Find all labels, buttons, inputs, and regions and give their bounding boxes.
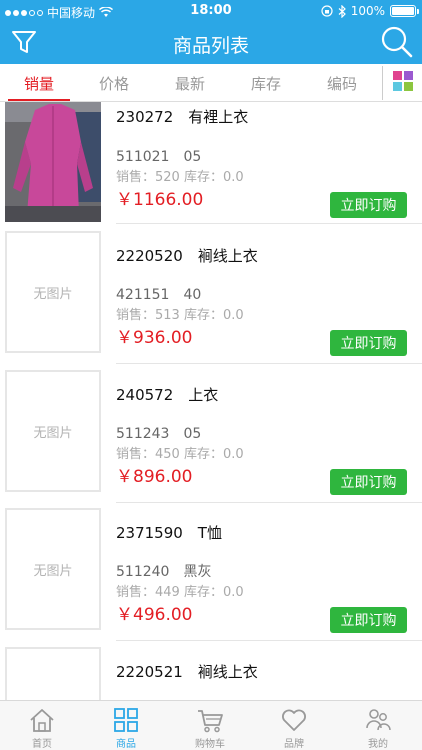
- battery-percent: 100%: [350, 4, 385, 18]
- order-now-button[interactable]: 立即订购: [330, 607, 407, 633]
- heart-icon: [282, 709, 306, 731]
- status-bar: 中国移动 18:00 100%: [0, 0, 422, 22]
- list-item[interactable]: 无图片 2220520 裥线上衣 421151 40 销售：513 库存：0.0…: [0, 231, 422, 369]
- battery-icon: [390, 5, 419, 17]
- product-stats: 销售：450 库存：0.0: [116, 447, 244, 462]
- product-name[interactable]: 2220520 裥线上衣: [116, 245, 258, 266]
- tab-brand[interactable]: 品牌: [252, 701, 336, 750]
- product-image[interactable]: [5, 102, 101, 222]
- product-name[interactable]: 230272 有裡上衣: [116, 106, 248, 127]
- product-code: 421151 40: [116, 287, 202, 303]
- product-list[interactable]: 230272 有裡上衣 511021 05 销售：520 库存：0.0 ￥116…: [0, 102, 422, 700]
- tab-stock[interactable]: 库存: [236, 73, 296, 94]
- tab-cart-label: 购物车: [195, 739, 225, 750]
- product-name[interactable]: 2371590 T恤: [116, 522, 222, 543]
- product-code: 511021 05: [116, 149, 202, 165]
- tab-mine-label: 我的: [368, 739, 388, 750]
- tab-bar: 首页 商品 购物车 品牌 我的: [0, 700, 422, 750]
- divider: [116, 640, 422, 641]
- divider: [116, 502, 422, 503]
- product-price: ￥1166.00: [116, 190, 204, 210]
- product-stats: 销售：520 库存：0.0: [116, 170, 244, 185]
- tab-newest[interactable]: 最新: [160, 73, 220, 94]
- order-now-button[interactable]: 立即订购: [330, 192, 407, 218]
- list-item[interactable]: 无图片 2371590 T恤 511240 黑灰 销售：449 库存：0.0 ￥…: [0, 508, 422, 646]
- home-icon: [30, 709, 54, 732]
- tab-products-label: 商品: [116, 739, 136, 750]
- divider: [116, 223, 422, 224]
- tab-mine[interactable]: 我的: [336, 701, 420, 750]
- sort-tabs: 销量 价格 最新 库存 编码: [0, 64, 422, 102]
- tab-code[interactable]: 编码: [312, 73, 372, 94]
- no-image-placeholder[interactable]: 无图片: [5, 370, 101, 492]
- product-stats: 销售：449 库存：0.0: [116, 585, 244, 600]
- no-image-placeholder[interactable]: [5, 647, 101, 700]
- cart-icon: [198, 710, 223, 733]
- search-icon: [381, 26, 413, 58]
- list-item[interactable]: 230272 有裡上衣 511021 05 销售：520 库存：0.0 ￥116…: [0, 102, 422, 240]
- tab-home[interactable]: 首页: [0, 701, 84, 750]
- tab-products[interactable]: 商品: [84, 701, 168, 750]
- tab-cart[interactable]: 购物车: [168, 701, 252, 750]
- product-price: ￥936.00: [116, 328, 193, 348]
- product-name[interactable]: 2220521 裥线上衣: [116, 661, 258, 682]
- list-item[interactable]: 无图片 240572 上衣 511243 05 销售：450 库存：0.0 ￥8…: [0, 370, 422, 508]
- tab-price[interactable]: 价格: [84, 73, 144, 94]
- no-image-placeholder[interactable]: 无图片: [5, 231, 101, 353]
- search-button[interactable]: [380, 25, 414, 59]
- order-now-button[interactable]: 立即订购: [330, 330, 407, 356]
- bluetooth-icon: [338, 4, 346, 18]
- rotation-lock-icon: [321, 5, 333, 17]
- product-price: ￥496.00: [116, 605, 193, 625]
- nav-bar: 商品列表: [0, 22, 422, 64]
- active-tab-indicator: [8, 99, 70, 101]
- list-item[interactable]: 2220521 裥线上衣: [0, 647, 422, 700]
- divider: [116, 363, 422, 364]
- layout-toggle-button[interactable]: [382, 66, 422, 100]
- product-name[interactable]: 240572 上衣: [116, 384, 218, 405]
- page-title: 商品列表: [172, 35, 249, 57]
- product-code: 511243 05: [116, 426, 202, 442]
- user-icon: [366, 709, 391, 731]
- tab-sales[interactable]: 销量: [9, 73, 69, 94]
- no-image-placeholder[interactable]: 无图片: [5, 508, 101, 630]
- grid-icon: [114, 708, 138, 732]
- product-price: ￥896.00: [116, 467, 193, 487]
- tab-brand-label: 品牌: [284, 739, 304, 750]
- product-code: 511240 黑灰: [116, 564, 212, 580]
- product-stats: 销售：513 库存：0.0: [116, 308, 244, 323]
- tab-home-label: 首页: [32, 739, 52, 750]
- status-right: 100%: [321, 4, 419, 18]
- order-now-button[interactable]: 立即订购: [330, 469, 407, 495]
